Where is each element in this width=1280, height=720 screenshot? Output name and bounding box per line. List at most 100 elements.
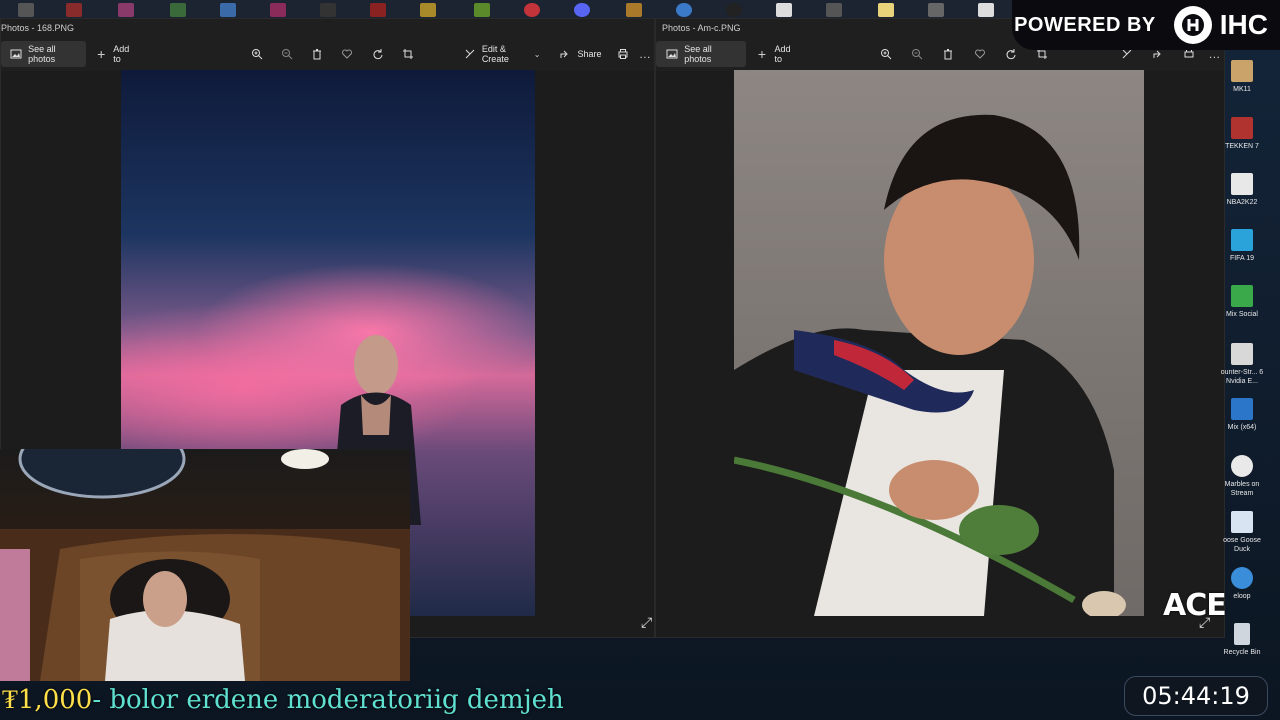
ihc-logo-icon xyxy=(1173,6,1212,44)
desktop: Photos - 168.PNG See all photos + Add to xyxy=(0,0,1280,720)
powered-by-badge: POWERED BY IHC xyxy=(1012,0,1280,50)
zoom-out-icon[interactable] xyxy=(909,46,924,62)
desktop-icon-label: eloop xyxy=(1233,593,1251,600)
discord-icon[interactable] xyxy=(574,3,590,17)
app-icon[interactable] xyxy=(524,3,540,17)
desktop-icon-label: FIFA 19 xyxy=(1229,255,1255,262)
edit-create-button[interactable]: Edit & Create ⌄ xyxy=(455,41,549,67)
file-icon[interactable] xyxy=(776,3,792,17)
desktop-icon-label: Mix Social xyxy=(1226,311,1258,318)
chevron-down-icon: ⌄ xyxy=(533,49,541,59)
app-icon[interactable] xyxy=(826,3,842,17)
add-to-button[interactable]: + Add to xyxy=(86,41,144,67)
see-all-photos-label: See all photos xyxy=(684,44,712,64)
desktop-icon-label: ounter-Str... 6 Nvidia E... xyxy=(1220,369,1264,385)
app-icon[interactable] xyxy=(726,3,742,17)
app-icon[interactable] xyxy=(220,3,236,17)
desktop-icon-marbles[interactable]: Marbles on Stream xyxy=(1220,455,1264,498)
recycle-bin-icon xyxy=(1234,623,1250,645)
share-button[interactable]: Share xyxy=(549,41,610,67)
share-icon xyxy=(557,46,573,62)
webcam-scene xyxy=(0,449,410,681)
app-icon[interactable] xyxy=(474,3,490,17)
desktop-icon-fifa19[interactable]: FIFA 19 xyxy=(1220,229,1264,263)
counter-strike-icon xyxy=(1231,343,1253,365)
zoom-out-icon[interactable] xyxy=(280,46,294,62)
desktop-icon-recycle-bin[interactable]: Recycle Bin xyxy=(1220,623,1264,657)
plus-icon: + xyxy=(757,46,767,62)
app-icon[interactable] xyxy=(676,3,692,17)
stream-clock: 05:44:19 xyxy=(1124,676,1268,716)
fifa-icon xyxy=(1231,229,1253,251)
desktop-icon-eloop[interactable]: eloop xyxy=(1220,567,1264,601)
zoom-in-icon[interactable] xyxy=(878,46,893,62)
expand-icon[interactable]: ⤢ xyxy=(641,614,652,631)
app-icon[interactable] xyxy=(626,3,642,17)
print-icon[interactable] xyxy=(616,46,630,62)
delete-icon[interactable] xyxy=(941,46,956,62)
window-title: Photos - Am-c.PNG xyxy=(662,23,741,33)
see-all-photos-label: See all photos xyxy=(28,44,56,64)
add-to-label: Add to xyxy=(774,44,791,64)
webcam-overlay xyxy=(0,449,410,681)
donation-amount: ₮1,000 xyxy=(2,685,93,715)
window-title-bar: Photos - 168.PNG xyxy=(1,19,654,37)
brand-name: IHC xyxy=(1219,9,1268,40)
desktop-icon-label: oose Goose Duck xyxy=(1223,537,1261,553)
desktop-icon-label: Recycle Bin xyxy=(1223,649,1261,656)
heart-icon[interactable] xyxy=(972,46,987,62)
photos-icon xyxy=(664,46,679,62)
rotate-icon[interactable] xyxy=(1003,46,1018,62)
desktop-icon-mix-social[interactable]: Mix Social xyxy=(1220,285,1264,319)
share-label: Share xyxy=(577,49,602,59)
crop-icon[interactable] xyxy=(401,46,415,62)
app-icon[interactable] xyxy=(320,3,336,17)
mk11-icon xyxy=(1231,60,1253,82)
edit-create-label: Edit & Create xyxy=(481,44,509,64)
app-icon[interactable] xyxy=(118,3,134,17)
app-icon[interactable] xyxy=(170,3,186,17)
mix-social-icon xyxy=(1231,285,1253,307)
app-icon[interactable] xyxy=(420,3,436,17)
photos-icon xyxy=(9,46,23,62)
donation-ticker: ₮1,000 - bolor erdene moderatoriig demje… xyxy=(0,680,1120,720)
photo-right xyxy=(733,70,1144,619)
desktop-icon-label: Marbles on Stream xyxy=(1224,481,1260,497)
zoom-in-icon[interactable] xyxy=(250,46,264,62)
window-title: Photos - 168.PNG xyxy=(1,23,75,33)
folder-icon[interactable] xyxy=(878,3,894,17)
powered-by-label: POWERED BY xyxy=(1014,13,1156,36)
add-to-label: Add to xyxy=(113,44,130,64)
eloop-icon xyxy=(1231,567,1253,589)
app-icon[interactable] xyxy=(18,3,34,17)
more-icon[interactable]: … xyxy=(638,46,652,62)
rotate-icon[interactable] xyxy=(370,46,384,62)
heart-icon[interactable] xyxy=(340,46,354,62)
desktop-icon-nba2k22[interactable]: NBA2K22 xyxy=(1220,173,1264,207)
add-to-button[interactable]: + Add to xyxy=(746,41,807,67)
app-icon[interactable] xyxy=(370,3,386,17)
goose-goose-duck-icon xyxy=(1231,511,1253,533)
desktop-icon-vmix[interactable]: Mix (x64) xyxy=(1220,398,1264,432)
desktop-icon-mk11[interactable]: MK11 xyxy=(1220,60,1264,94)
see-all-photos-button[interactable]: See all photos xyxy=(1,41,87,67)
desktop-icon-counter-strike[interactable]: ounter-Str... 6 Nvidia E... xyxy=(1220,343,1264,386)
photos-toolbar: See all photos + Add to xyxy=(1,37,654,71)
ace-watermark: ACE xyxy=(1163,588,1227,623)
app-icon[interactable] xyxy=(270,3,286,17)
app-icon[interactable] xyxy=(928,3,944,17)
plus-icon: + xyxy=(97,46,106,62)
app-icon[interactable] xyxy=(66,3,82,17)
desktop-icon-goose-goose-duck[interactable]: oose Goose Duck xyxy=(1220,511,1264,554)
desktop-icon-label: Mix (x64) xyxy=(1227,424,1257,431)
desktop-icon-label: TEKKEN 7 xyxy=(1225,143,1259,150)
desktop-icon-tekken[interactable]: TEKKEN 7 xyxy=(1220,117,1264,151)
see-all-photos-button[interactable]: See all photos xyxy=(656,41,747,67)
nba2k22-icon xyxy=(1231,173,1253,195)
delete-icon[interactable] xyxy=(310,46,324,62)
file-icon[interactable] xyxy=(978,3,994,17)
desktop-icon-label: NBA2K22 xyxy=(1226,199,1258,206)
donation-message: - bolor erdene moderatoriig demjeh xyxy=(92,685,564,715)
desktop-icon-label: MK11 xyxy=(1233,86,1251,93)
portrait-figure xyxy=(733,114,1126,619)
